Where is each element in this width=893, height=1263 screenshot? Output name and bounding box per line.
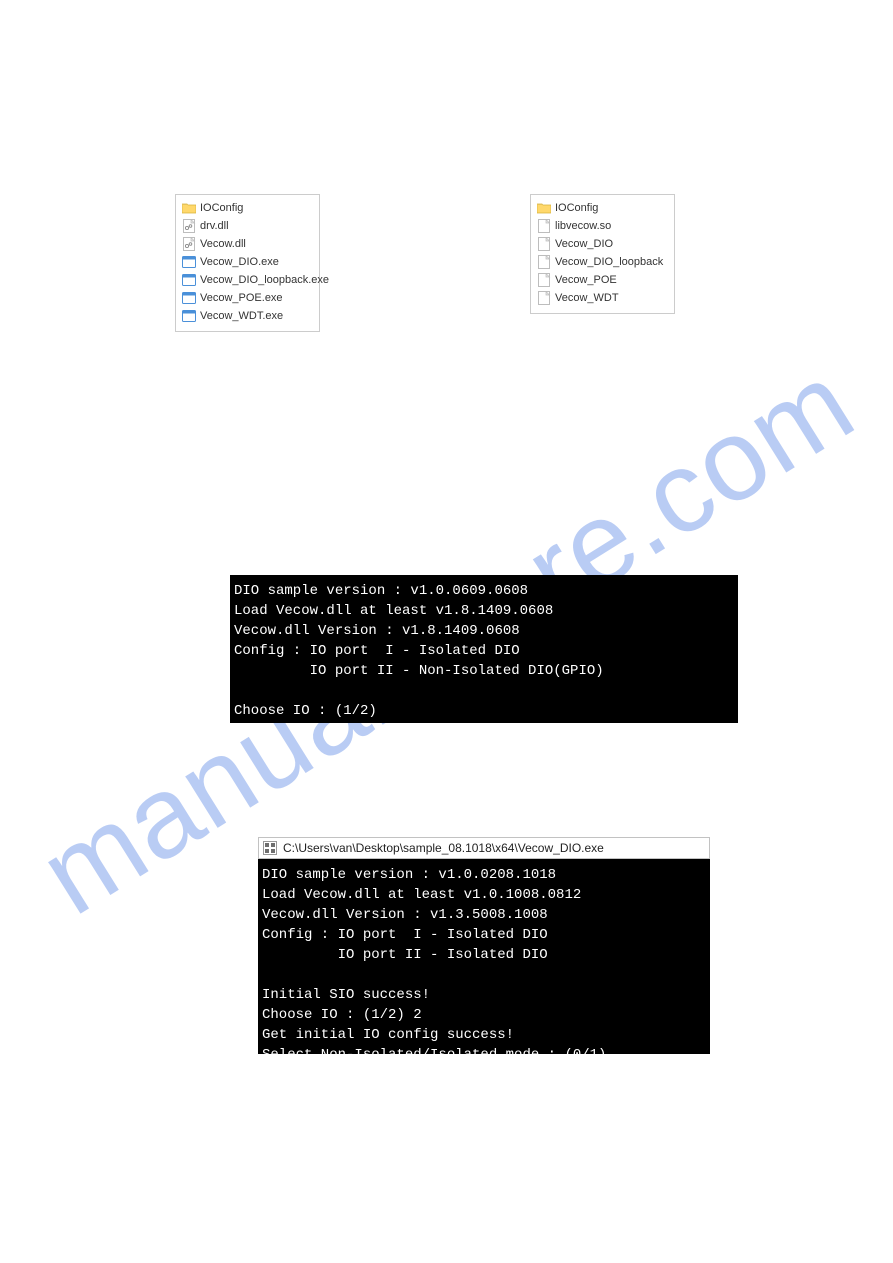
dll-icon [182, 237, 196, 251]
file-row[interactable]: Vecow_DIO_loopback.exe [182, 271, 313, 289]
folder-icon [182, 201, 196, 215]
file-row[interactable]: Vecow_POE.exe [182, 289, 313, 307]
generic-icon [537, 255, 551, 269]
file-row[interactable]: Vecow.dll [182, 235, 313, 253]
terminal-line: Config : IO port I - Isolated DIO [262, 925, 706, 945]
file-row[interactable]: libvecow.so [537, 217, 668, 235]
exe-icon [182, 273, 196, 287]
file-label: Vecow_POE.exe [200, 292, 283, 304]
file-label: libvecow.so [555, 220, 611, 232]
terminal-line: Config : IO port I - Isolated DIO [234, 641, 734, 661]
file-label: Vecow_DIO_loopback [555, 256, 663, 268]
terminal-title-bar: C:\Users\van\Desktop\sample_08.1018\x64\… [258, 837, 710, 859]
file-label: Vecow_DIO.exe [200, 256, 279, 268]
file-row[interactable]: Vecow_POE [537, 271, 668, 289]
terminal-line: Load Vecow.dll at least v1.0.1008.0812 [262, 885, 706, 905]
file-label: IOConfig [200, 202, 243, 214]
terminal-line: Initial SIO success! [262, 985, 706, 1005]
terminal-line: Get initial IO config success! [262, 1025, 706, 1045]
file-label: Vecow_DIO_loopback.exe [200, 274, 329, 286]
exe-icon [182, 309, 196, 323]
file-label: drv.dll [200, 220, 229, 232]
generic-icon [537, 237, 551, 251]
generic-icon [537, 273, 551, 287]
terminal-line: IO port II - Isolated DIO [262, 945, 706, 965]
file-list-linux: IOConfig libvecow.so Vecow_DIO Vecow_DIO_lo… [530, 194, 675, 314]
file-label: IOConfig [555, 202, 598, 214]
file-label: Vecow_POE [555, 274, 617, 286]
terminal-line: Select Non-Isolated/Isolated mode : (0/1… [262, 1045, 706, 1054]
terminal-line: Choose IO : (1/2) 2 [262, 1005, 706, 1025]
file-label: Vecow_DIO [555, 238, 613, 250]
app-icon [263, 841, 277, 855]
file-row[interactable]: Vecow_WDT.exe [182, 307, 313, 325]
terminal-line: Vecow.dll Version : v1.3.5008.1008 [262, 905, 706, 925]
dll-icon [182, 219, 196, 233]
terminal-line: DIO sample version : v1.0.0208.1018 [262, 865, 706, 885]
file-row[interactable]: Vecow_DIO_loopback [537, 253, 668, 271]
terminal-line: Choose IO : (1/2) [234, 701, 734, 721]
terminal-output-1: DIO sample version : v1.0.0609.0608Load … [230, 575, 738, 723]
file-label: Vecow_WDT [555, 292, 619, 304]
file-list-windows: IOConfig drv.dll Vecow.dll Vecow_DIO.exe Vec… [175, 194, 320, 332]
exe-icon [182, 255, 196, 269]
terminal-line [262, 965, 706, 985]
generic-icon [537, 291, 551, 305]
terminal-title-text: C:\Users\van\Desktop\sample_08.1018\x64\… [283, 841, 604, 855]
terminal-line: IO port II - Non-Isolated DIO(GPIO) [234, 661, 734, 681]
file-label: Vecow_WDT.exe [200, 310, 283, 322]
file-row[interactable]: Vecow_DIO [537, 235, 668, 253]
file-row[interactable]: drv.dll [182, 217, 313, 235]
generic-icon [537, 219, 551, 233]
terminal-line: Load Vecow.dll at least v1.8.1409.0608 [234, 601, 734, 621]
terminal-line [234, 681, 734, 701]
file-row[interactable]: Vecow_DIO.exe [182, 253, 313, 271]
terminal-line: Vecow.dll Version : v1.8.1409.0608 [234, 621, 734, 641]
file-row[interactable]: IOConfig [182, 199, 313, 217]
folder-icon [537, 201, 551, 215]
terminal-output-2: DIO sample version : v1.0.0208.1018Load … [258, 859, 710, 1054]
exe-icon [182, 291, 196, 305]
file-row[interactable]: Vecow_WDT [537, 289, 668, 307]
file-row[interactable]: IOConfig [537, 199, 668, 217]
file-label: Vecow.dll [200, 238, 246, 250]
page: manualshare.com IOConfigdrv.dllVecow.dll… [0, 0, 893, 1263]
terminal-line: DIO sample version : v1.0.0609.0608 [234, 581, 734, 601]
